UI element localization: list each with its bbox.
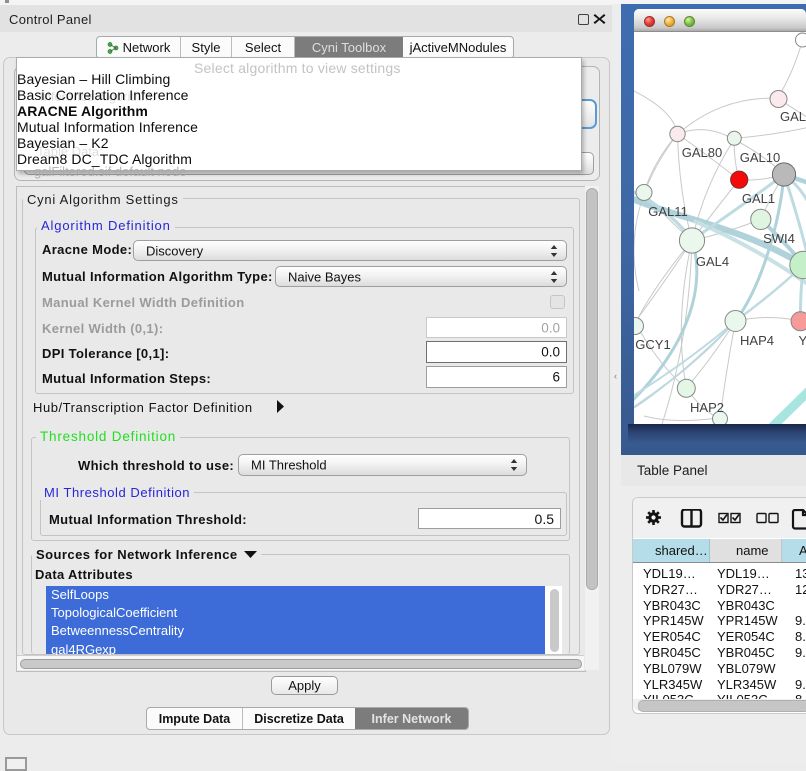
svg-text:HAP4: HAP4 — [740, 333, 774, 348]
svg-text:SWI4: SWI4 — [763, 231, 795, 246]
svg-text:GAL4: GAL4 — [696, 254, 729, 269]
svg-text:YM: YM — [799, 333, 806, 348]
svg-text:GAL80: GAL80 — [682, 145, 722, 160]
svg-text:GAL2: GAL2 — [780, 109, 806, 124]
svg-text:GAL1: GAL1 — [742, 191, 775, 206]
svg-text:GAL10: GAL10 — [740, 150, 780, 165]
svg-text:HAP2: HAP2 — [690, 400, 724, 415]
svg-text:GAL11: GAL11 — [648, 204, 688, 219]
svg-text:GCY1: GCY1 — [635, 337, 670, 352]
